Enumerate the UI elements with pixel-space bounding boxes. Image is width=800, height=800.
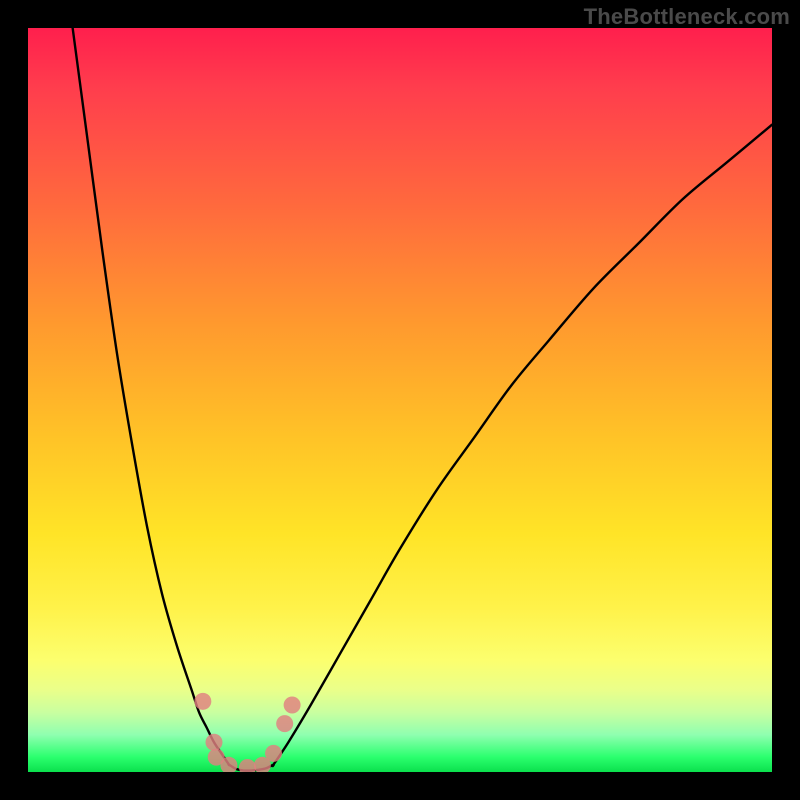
v-curve-path bbox=[73, 28, 772, 771]
marker-dot-4 bbox=[239, 759, 256, 772]
marker-dot-0 bbox=[194, 693, 211, 710]
curve-layer bbox=[28, 28, 772, 772]
chart-frame: TheBottleneck.com bbox=[0, 0, 800, 800]
watermark-text: TheBottleneck.com bbox=[584, 4, 790, 30]
marker-dot-7 bbox=[276, 715, 293, 732]
bottleneck-curve bbox=[73, 28, 772, 771]
marker-dot-1 bbox=[206, 734, 223, 751]
plot-area bbox=[28, 28, 772, 772]
marker-dot-8 bbox=[284, 697, 301, 714]
marker-dot-6 bbox=[265, 745, 282, 762]
